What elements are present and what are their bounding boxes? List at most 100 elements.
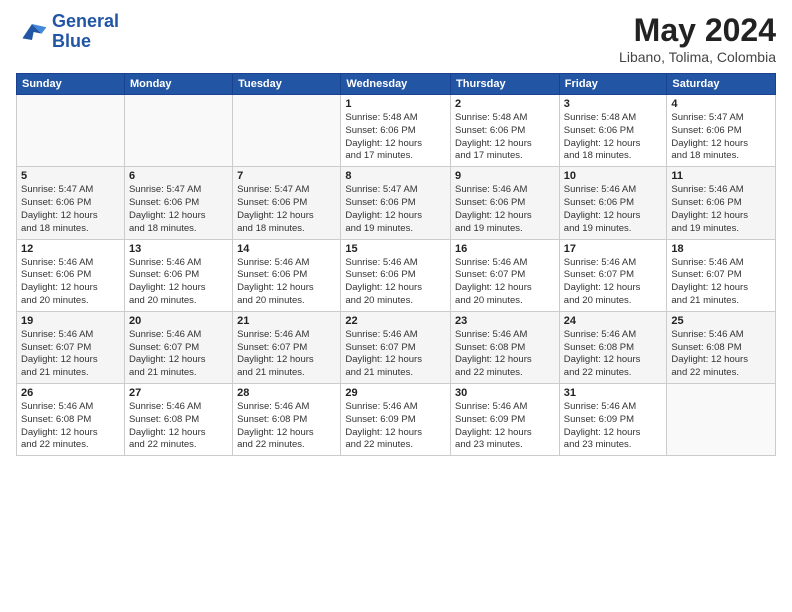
calendar-cell: 22 Sunrise: 5:46 AM Sunset: 6:07 PM Dayli… xyxy=(341,311,451,383)
calendar-cell: 6 Sunrise: 5:47 AM Sunset: 6:06 PM Daylig… xyxy=(124,167,232,239)
day-number: 22 xyxy=(345,315,446,327)
day-number: 16 xyxy=(455,243,555,255)
day-info: Sunrise: 5:46 AM Sunset: 6:07 PM Dayligh… xyxy=(129,329,228,380)
location-subtitle: Libano, Tolima, Colombia xyxy=(619,49,776,65)
calendar-cell: 21 Sunrise: 5:46 AM Sunset: 6:07 PM Dayli… xyxy=(233,311,341,383)
calendar-cell: 4Sunrise: 5:47 AM Sunset: 6:06 PM Daylig… xyxy=(667,95,776,167)
week-row-5: 26 Sunrise: 5:46 AM Sunset: 6:08 PM Dayli… xyxy=(17,384,776,456)
page: General Blue May 2024 Libano, Tolima, Co… xyxy=(0,0,792,612)
day-number: 17 xyxy=(564,243,663,255)
calendar-cell: 31Sunrise: 5:46 AM Sunset: 6:09 PM Dayli… xyxy=(559,384,667,456)
weekday-header-wednesday: Wednesday xyxy=(341,74,451,95)
day-info: Sunrise: 5:46 AM Sunset: 6:06 PM Dayligh… xyxy=(455,184,555,235)
calendar-cell: 18Sunrise: 5:46 AM Sunset: 6:07 PM Dayli… xyxy=(667,239,776,311)
calendar-cell: 10 Sunrise: 5:46 AM Sunset: 6:06 PM Dayli… xyxy=(559,167,667,239)
day-number: 21 xyxy=(237,315,336,327)
day-info: Sunrise: 5:46 AM Sunset: 6:08 PM Dayligh… xyxy=(21,401,120,452)
logo-text: General Blue xyxy=(52,12,119,52)
month-year-title: May 2024 xyxy=(619,12,776,49)
day-info: Sunrise: 5:47 AM Sunset: 6:06 PM Dayligh… xyxy=(129,184,228,235)
day-number: 12 xyxy=(21,243,120,255)
calendar-cell: 16 Sunrise: 5:46 AM Sunset: 6:07 PM Dayli… xyxy=(451,239,560,311)
calendar-cell xyxy=(17,95,125,167)
weekday-header-row: SundayMondayTuesdayWednesdayThursdayFrid… xyxy=(17,74,776,95)
day-number: 11 xyxy=(671,170,771,182)
calendar-cell: 25Sunrise: 5:46 AM Sunset: 6:08 PM Dayli… xyxy=(667,311,776,383)
calendar-cell: 7 Sunrise: 5:47 AM Sunset: 6:06 PM Daylig… xyxy=(233,167,341,239)
day-number: 5 xyxy=(21,170,120,182)
day-number: 26 xyxy=(21,387,120,399)
day-number: 8 xyxy=(345,170,446,182)
day-info: Sunrise: 5:46 AM Sunset: 6:06 PM Dayligh… xyxy=(564,184,663,235)
calendar-cell: 23Sunrise: 5:46 AM Sunset: 6:08 PM Dayli… xyxy=(451,311,560,383)
day-number: 28 xyxy=(237,387,336,399)
day-number: 9 xyxy=(455,170,555,182)
day-number: 2 xyxy=(455,98,555,110)
week-row-3: 12 Sunrise: 5:46 AM Sunset: 6:06 PM Dayli… xyxy=(17,239,776,311)
day-info: Sunrise: 5:47 AM Sunset: 6:06 PM Dayligh… xyxy=(671,112,771,163)
day-info: Sunrise: 5:46 AM Sunset: 6:09 PM Dayligh… xyxy=(345,401,446,452)
day-number: 30 xyxy=(455,387,555,399)
day-number: 10 xyxy=(564,170,663,182)
calendar-cell: 24 Sunrise: 5:46 AM Sunset: 6:08 PM Dayli… xyxy=(559,311,667,383)
day-number: 20 xyxy=(129,315,228,327)
day-info: Sunrise: 5:46 AM Sunset: 6:08 PM Dayligh… xyxy=(237,401,336,452)
day-info: Sunrise: 5:47 AM Sunset: 6:06 PM Dayligh… xyxy=(345,184,446,235)
day-info: Sunrise: 5:48 AM Sunset: 6:06 PM Dayligh… xyxy=(455,112,555,163)
calendar-cell: 5 Sunrise: 5:47 AM Sunset: 6:06 PM Daylig… xyxy=(17,167,125,239)
day-info: Sunrise: 5:46 AM Sunset: 6:07 PM Dayligh… xyxy=(455,257,555,308)
day-number: 13 xyxy=(129,243,228,255)
day-number: 24 xyxy=(564,315,663,327)
calendar-cell: 3 Sunrise: 5:48 AM Sunset: 6:06 PM Daylig… xyxy=(559,95,667,167)
calendar-cell: 12Sunrise: 5:46 AM Sunset: 6:06 PM Dayli… xyxy=(17,239,125,311)
day-number: 25 xyxy=(671,315,771,327)
day-number: 31 xyxy=(564,387,663,399)
day-number: 15 xyxy=(345,243,446,255)
day-info: Sunrise: 5:46 AM Sunset: 6:08 PM Dayligh… xyxy=(564,329,663,380)
weekday-header-thursday: Thursday xyxy=(451,74,560,95)
calendar-cell xyxy=(667,384,776,456)
day-info: Sunrise: 5:46 AM Sunset: 6:07 PM Dayligh… xyxy=(345,329,446,380)
weekday-header-monday: Monday xyxy=(124,74,232,95)
day-info: Sunrise: 5:46 AM Sunset: 6:06 PM Dayligh… xyxy=(671,184,771,235)
header: General Blue May 2024 Libano, Tolima, Co… xyxy=(16,12,776,65)
day-info: Sunrise: 5:46 AM Sunset: 6:07 PM Dayligh… xyxy=(564,257,663,308)
calendar-cell: 2 Sunrise: 5:48 AM Sunset: 6:06 PM Daylig… xyxy=(451,95,560,167)
day-info: Sunrise: 5:48 AM Sunset: 6:06 PM Dayligh… xyxy=(564,112,663,163)
weekday-header-sunday: Sunday xyxy=(17,74,125,95)
weekday-header-tuesday: Tuesday xyxy=(233,74,341,95)
day-info: Sunrise: 5:46 AM Sunset: 6:09 PM Dayligh… xyxy=(455,401,555,452)
day-number: 6 xyxy=(129,170,228,182)
calendar-cell: 17 Sunrise: 5:46 AM Sunset: 6:07 PM Dayli… xyxy=(559,239,667,311)
calendar-cell xyxy=(233,95,341,167)
day-number: 1 xyxy=(345,98,446,110)
calendar-cell: 11 Sunrise: 5:46 AM Sunset: 6:06 PM Dayli… xyxy=(667,167,776,239)
week-row-1: 1 Sunrise: 5:48 AM Sunset: 6:06 PM Daylig… xyxy=(17,95,776,167)
day-info: Sunrise: 5:46 AM Sunset: 6:07 PM Dayligh… xyxy=(237,329,336,380)
day-number: 19 xyxy=(21,315,120,327)
day-number: 27 xyxy=(129,387,228,399)
calendar-cell: 13 Sunrise: 5:46 AM Sunset: 6:06 PM Dayli… xyxy=(124,239,232,311)
week-row-2: 5 Sunrise: 5:47 AM Sunset: 6:06 PM Daylig… xyxy=(17,167,776,239)
logo: General Blue xyxy=(16,12,119,52)
calendar-cell: 30 Sunrise: 5:46 AM Sunset: 6:09 PM Dayli… xyxy=(451,384,560,456)
calendar-table: SundayMondayTuesdayWednesdayThursdayFrid… xyxy=(16,73,776,456)
calendar-cell: 29 Sunrise: 5:46 AM Sunset: 6:09 PM Dayli… xyxy=(341,384,451,456)
day-number: 23 xyxy=(455,315,555,327)
title-block: May 2024 Libano, Tolima, Colombia xyxy=(619,12,776,65)
calendar-cell: 27 Sunrise: 5:46 AM Sunset: 6:08 PM Dayli… xyxy=(124,384,232,456)
day-info: Sunrise: 5:46 AM Sunset: 6:06 PM Dayligh… xyxy=(129,257,228,308)
day-info: Sunrise: 5:48 AM Sunset: 6:06 PM Dayligh… xyxy=(345,112,446,163)
day-info: Sunrise: 5:46 AM Sunset: 6:07 PM Dayligh… xyxy=(21,329,120,380)
weekday-header-friday: Friday xyxy=(559,74,667,95)
day-info: Sunrise: 5:46 AM Sunset: 6:08 PM Dayligh… xyxy=(129,401,228,452)
day-info: Sunrise: 5:47 AM Sunset: 6:06 PM Dayligh… xyxy=(237,184,336,235)
day-number: 7 xyxy=(237,170,336,182)
day-number: 29 xyxy=(345,387,446,399)
day-info: Sunrise: 5:47 AM Sunset: 6:06 PM Dayligh… xyxy=(21,184,120,235)
calendar-cell: 19 Sunrise: 5:46 AM Sunset: 6:07 PM Dayli… xyxy=(17,311,125,383)
calendar-cell: 8 Sunrise: 5:47 AM Sunset: 6:06 PM Daylig… xyxy=(341,167,451,239)
calendar-cell xyxy=(124,95,232,167)
day-number: 3 xyxy=(564,98,663,110)
day-number: 14 xyxy=(237,243,336,255)
